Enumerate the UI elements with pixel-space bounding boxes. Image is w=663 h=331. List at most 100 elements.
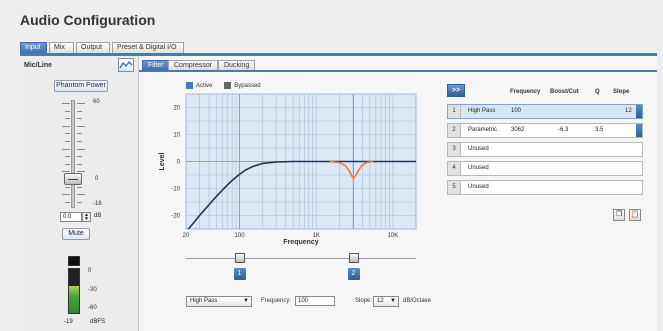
band-handle[interactable] [234, 253, 245, 263]
band-number: 5 [448, 181, 461, 194]
fader-tick [62, 148, 70, 150]
fader-tick [62, 194, 70, 196]
fader-tick [77, 133, 82, 135]
slope-label: Slope: [355, 298, 373, 304]
fader-tick [77, 186, 82, 188]
band-number: 4 [448, 162, 461, 175]
band-row[interactable]: 4 Unused [447, 161, 643, 176]
gain-fader-knob[interactable] [64, 173, 82, 185]
fader-tick [65, 118, 70, 120]
fader-tick [62, 125, 70, 127]
band-row[interactable]: 2 Parametric 3062 -6.3 3.5 [447, 123, 643, 138]
x-tick-label: 100 [235, 233, 246, 239]
fader-scale-label: -18 [93, 201, 102, 207]
frequency-label: Frequency: [261, 298, 292, 304]
slope-select[interactable]: 12 ▼ [373, 296, 399, 307]
window-title: Audio Configuration [20, 12, 156, 28]
band-row[interactable]: 1 High Pass 100 12 [447, 104, 643, 119]
band-type-select[interactable]: High Pass ▼ [186, 296, 252, 307]
band-boost-cut: -6.3 [558, 127, 569, 133]
fader-tick [77, 194, 85, 196]
section-label: Mic/Line [24, 62, 53, 69]
paste-icon[interactable]: 📋 [629, 209, 641, 221]
expand-button[interactable]: >> [447, 84, 465, 97]
band-row[interactable]: 3 Unused [447, 142, 643, 157]
clip-indicator [68, 256, 80, 266]
band-type: High Pass [468, 108, 496, 114]
band-type: Unused [468, 146, 489, 152]
eq-curve-icon[interactable] [118, 58, 134, 72]
handle-rail [186, 258, 416, 259]
x-tick-label: 10K [388, 233, 399, 239]
band-q: 3.5 [595, 127, 604, 133]
fader-tick [65, 141, 70, 142]
level-meter-fill [69, 285, 79, 313]
graph-legend: Active Bypassed [186, 82, 271, 89]
gain-spinner-icon[interactable]: ▲ ▼ [82, 212, 91, 222]
fader-tick [77, 110, 82, 112]
band-type-value: High Pass [190, 298, 218, 304]
y-tick-label: 10 [173, 133, 180, 139]
fader-tick [65, 133, 70, 135]
fader-tick [77, 103, 85, 104]
level-meter [68, 268, 80, 314]
chevron-down-icon: ▼ [390, 298, 396, 304]
band-type: Unused [468, 165, 489, 171]
fader-tick [65, 186, 70, 188]
x-axis-label: Frequency [283, 239, 319, 246]
column-header-boost-cut: Boost/Cut [550, 89, 579, 95]
frequency-response-graph[interactable]: 20100-10-2020 100 1K 10KFrequencyLevel [154, 92, 434, 252]
column-header-slope: Slope [613, 89, 630, 95]
legend-bypassed-swatch [224, 82, 232, 89]
band-row[interactable]: 5 Unused [447, 180, 643, 195]
copy-icon[interactable]: ❐ [613, 209, 625, 221]
legend-active-swatch [186, 82, 193, 89]
fader-tick [77, 163, 82, 165]
band-handle-label[interactable]: 1 [233, 268, 246, 280]
band-enable-bar[interactable] [636, 105, 642, 118]
gain-fader-track[interactable] [71, 100, 75, 208]
band-number: 2 [448, 124, 461, 137]
phantom-power-button[interactable]: Phantom Power [54, 80, 108, 92]
meter-scale-label: 0 [88, 268, 92, 274]
gain-unit: dB [94, 213, 102, 219]
band-frequency: 100 [511, 108, 522, 114]
band-handle[interactable] [348, 253, 359, 263]
band-number: 3 [448, 143, 461, 156]
meter-scale-label: -30 [88, 287, 97, 293]
y-tick-label: -20 [171, 214, 180, 220]
fader-tick [77, 201, 82, 203]
band-handle-label[interactable]: 2 [347, 268, 360, 280]
meter-unit: dBFS [90, 319, 106, 325]
column-header-frequency: Frequency [510, 89, 541, 95]
fader-scale-label: 0 [95, 176, 99, 182]
fader-tick [77, 141, 82, 142]
fader-tick [77, 125, 85, 127]
fader-tick [65, 110, 70, 112]
fader-tick [65, 156, 70, 158]
chevron-down-icon: ▼ [243, 298, 249, 304]
band-type: Parametric [468, 127, 498, 133]
y-tick-label: 20 [173, 106, 180, 112]
band-number: 1 [448, 105, 461, 118]
band-frequency: 3062 [511, 127, 525, 133]
x-tick-label: 20 [183, 233, 190, 239]
gain-input[interactable]: 0.0 [60, 212, 82, 222]
y-tick-label: 0 [177, 160, 181, 166]
mute-button[interactable]: Mute [62, 228, 90, 240]
legend-bypassed-label: Bypassed [234, 82, 261, 89]
y-tick-label: -10 [171, 187, 180, 193]
fader-tick [62, 103, 70, 104]
fader-tick [65, 163, 70, 165]
fader-tick [65, 201, 70, 203]
legend-active-label: Active [196, 82, 213, 89]
y-axis-label: Level [159, 152, 166, 170]
fader-tick [77, 118, 82, 120]
slope-unit: dB/Octave [403, 298, 432, 304]
band-slope: 12 [625, 108, 632, 114]
slope-value: 12 [377, 298, 384, 304]
frequency-input[interactable]: 100 [295, 296, 335, 306]
column-header-q: Q [595, 89, 600, 95]
band-enable-bar[interactable] [636, 124, 642, 137]
fader-scale-label: 60 [93, 99, 100, 105]
